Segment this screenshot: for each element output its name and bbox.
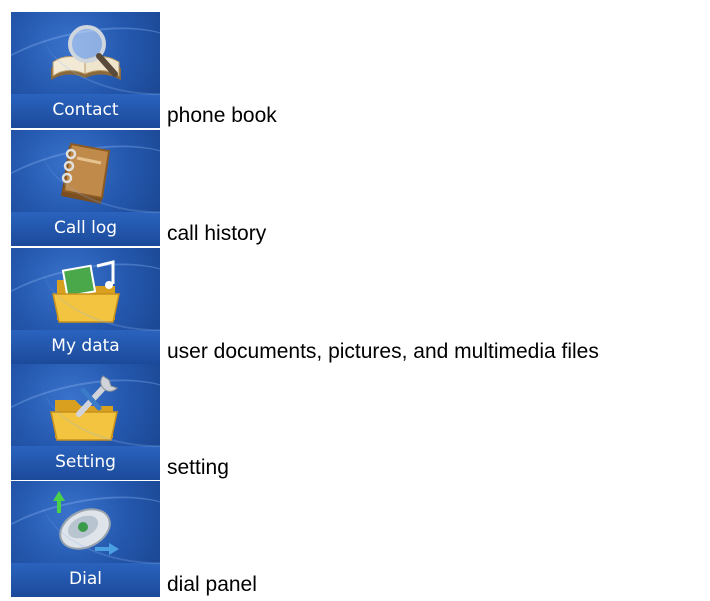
folder-media-icon xyxy=(11,248,160,328)
dial-label: Dial xyxy=(11,563,160,597)
call-log-description: call history xyxy=(167,222,267,245)
dial-button[interactable]: Dial xyxy=(11,481,160,597)
setting-label: Setting xyxy=(11,446,160,480)
setting-button[interactable]: Setting xyxy=(11,364,160,480)
phone-dial-icon xyxy=(11,481,160,561)
contact-button[interactable]: Contact xyxy=(11,12,160,128)
menu-row-dial: Dial dial panel xyxy=(11,481,710,599)
menu-row-my-data: My data user documents, pictures, and mu… xyxy=(11,248,710,366)
call-log-label: Call log xyxy=(11,212,160,246)
contact-description: phone book xyxy=(167,104,277,127)
menu-row-setting: Setting setting xyxy=(11,364,710,482)
menu-row-call-log: Call log call history xyxy=(11,130,710,248)
my-data-label: My data xyxy=(11,330,160,364)
dial-description: dial panel xyxy=(167,573,257,596)
contact-label: Contact xyxy=(11,94,160,128)
menu-row-contact: Contact phone book xyxy=(11,12,710,130)
call-log-button[interactable]: Call log xyxy=(11,130,160,246)
setting-description: setting xyxy=(167,456,229,479)
folder-wrench-icon xyxy=(11,364,160,444)
address-book-magnifier-icon xyxy=(11,12,160,92)
my-data-description: user documents, pictures, and multimedia… xyxy=(167,340,599,363)
my-data-button[interactable]: My data xyxy=(11,248,160,364)
notebook-icon xyxy=(11,130,160,210)
